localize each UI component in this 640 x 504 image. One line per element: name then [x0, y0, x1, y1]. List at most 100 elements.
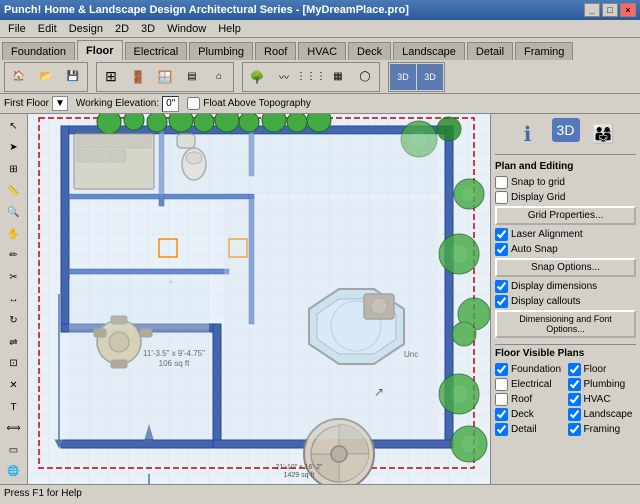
tool-copy[interactable]: ⊡	[2, 354, 26, 375]
menu-help[interactable]: Help	[212, 22, 247, 36]
toolbar-btn-roof[interactable]: ⌂	[206, 64, 232, 90]
tool-measure[interactable]: 📏	[2, 181, 26, 202]
svg-text:21'-10" x 16'-2": 21'-10" x 16'-2"	[276, 464, 323, 471]
toolbar-btn-2[interactable]: 📂	[33, 64, 59, 90]
tab-landscape[interactable]: Landscape	[393, 42, 465, 60]
floor-checkbox[interactable]	[568, 363, 581, 376]
tool-globe[interactable]: 🌐	[2, 462, 26, 483]
toolbar-group-2: ⊞ 🚪 🪟 ▤ ⌂	[96, 62, 234, 92]
toolbar-btn-3[interactable]: 💾	[60, 64, 86, 90]
window-controls: _ □ ×	[584, 3, 636, 17]
landscape-label: Landscape	[584, 409, 633, 420]
tool-stretch[interactable]: ↔	[2, 289, 26, 310]
detail-checkbox[interactable]	[495, 423, 508, 436]
floor-label: First Floor	[4, 98, 49, 109]
laser-alignment-label: Laser Alignment	[511, 229, 583, 240]
divider-1	[495, 344, 636, 345]
close-button[interactable]: ×	[620, 3, 636, 17]
menu-3d[interactable]: 3D	[135, 22, 161, 36]
tool-pan[interactable]: ✋	[2, 224, 26, 245]
tool-select[interactable]: ↖	[2, 116, 26, 137]
toolbar-btn-window[interactable]: 🪟	[152, 64, 178, 90]
tab-hvac[interactable]: HVAC	[298, 42, 346, 60]
landscape-checkbox[interactable]	[568, 408, 581, 421]
toolbar-btn-wall[interactable]: ⊞	[98, 64, 124, 90]
tool-text[interactable]: T	[2, 397, 26, 418]
3d-view-icon[interactable]: 3D	[552, 118, 580, 142]
info-icon[interactable]: ℹ	[512, 118, 544, 150]
toolbar-btn-3d-1[interactable]: 3D	[390, 64, 416, 90]
canvas-area[interactable]: 11'-3.5" x 9'-4.75" 106 sq ft 21'-10" x …	[28, 114, 490, 484]
toolbar-btn-3d-2[interactable]: 3D	[417, 64, 443, 90]
main-area: ↖ ➤ ⊞ 📏 🔍 ✋ ✏ ✂ ↔ ↻ ⇌ ⊡ ✕ T ⟺ ▭ 🌐	[0, 114, 640, 484]
toolbar-btn-1[interactable]: 🏠	[6, 64, 32, 90]
hvac-checkbox[interactable]	[568, 393, 581, 406]
tool-break[interactable]: ✂	[2, 267, 26, 288]
toolbar-btn-path[interactable]: 〰	[271, 64, 297, 90]
toolbar-btn-fence[interactable]: ⋮⋮⋮	[298, 64, 324, 90]
plumbing-checkbox[interactable]	[568, 378, 581, 391]
svg-text:Unc: Unc	[404, 350, 418, 359]
maximize-button[interactable]: □	[602, 3, 618, 17]
menu-design[interactable]: Design	[63, 22, 109, 36]
float-above-checkbox[interactable]	[187, 97, 200, 110]
working-elevation-value: 0"	[166, 98, 175, 109]
toolbar-btn-deck[interactable]: ▦	[325, 64, 351, 90]
tab-detail[interactable]: Detail	[467, 42, 513, 60]
toolbar-btn-plant[interactable]: 🌳	[244, 64, 270, 90]
snap-grid-checkbox[interactable]	[495, 176, 508, 189]
toolbar-btn-pool[interactable]: ◯	[352, 64, 378, 90]
landscape-row: Landscape	[568, 408, 637, 421]
tool-dim[interactable]: ⟺	[2, 418, 26, 439]
display-callouts-label: Display callouts	[511, 296, 580, 307]
tool-mirror[interactable]: ⇌	[2, 332, 26, 353]
foundation-checkbox[interactable]	[495, 363, 508, 376]
tool-edit[interactable]: ✏	[2, 246, 26, 267]
toolbar-group-1: 🏠 📂 💾	[4, 62, 88, 92]
menu-file[interactable]: File	[2, 22, 32, 36]
people-icon[interactable]: 👨‍👩‍👧	[588, 118, 620, 150]
display-grid-label: Display Grid	[511, 192, 565, 203]
minimize-button[interactable]: _	[584, 3, 600, 17]
display-grid-row: Display Grid	[495, 191, 636, 204]
tool-arrow[interactable]: ➤	[2, 138, 26, 159]
tab-framing[interactable]: Framing	[515, 42, 573, 60]
display-dimensions-checkbox[interactable]	[495, 280, 508, 293]
roof-checkbox[interactable]	[495, 393, 508, 406]
electrical-checkbox[interactable]	[495, 378, 508, 391]
menu-window[interactable]: Window	[161, 22, 212, 36]
tool-wall[interactable]: ⊞	[2, 159, 26, 180]
working-elevation-field[interactable]: 0"	[162, 96, 179, 112]
right-panel: ℹ 3D 👨‍👩‍👧 Plan and Editing Snap to grid…	[490, 114, 640, 484]
tool-delete[interactable]: ✕	[2, 375, 26, 396]
toolbar-btn-stair[interactable]: ▤	[179, 64, 205, 90]
foundation-label: Foundation	[511, 364, 561, 375]
tool-rotate[interactable]: ↻	[2, 310, 26, 331]
electrical-label: Electrical	[511, 379, 552, 390]
deck-checkbox[interactable]	[495, 408, 508, 421]
tab-electrical[interactable]: Electrical	[125, 42, 188, 60]
grid-properties-button[interactable]: Grid Properties...	[495, 206, 636, 225]
tool-zoom[interactable]: 🔍	[2, 202, 26, 223]
dimension-font-button[interactable]: Dimensioning and Font Options...	[495, 310, 636, 338]
tab-foundation[interactable]: Foundation	[2, 42, 75, 60]
auto-snap-checkbox[interactable]	[495, 243, 508, 256]
menubar: File Edit Design 2D 3D Window Help	[0, 20, 640, 38]
display-grid-checkbox[interactable]	[495, 191, 508, 204]
display-callouts-checkbox[interactable]	[495, 295, 508, 308]
plumbing-label: Plumbing	[584, 379, 626, 390]
floor-dropdown[interactable]: ▼	[52, 96, 68, 111]
snap-options-button[interactable]: Snap Options...	[495, 258, 636, 277]
menu-edit[interactable]: Edit	[32, 22, 63, 36]
tab-deck[interactable]: Deck	[348, 42, 391, 60]
icon-toolbar: 🏠 📂 💾 ⊞ 🚪 🪟 ▤ ⌂ 🌳 〰 ⋮⋮⋮ ▦ ◯ 3D 3D	[0, 60, 640, 94]
toolbar-btn-door[interactable]: 🚪	[125, 64, 151, 90]
menu-2d[interactable]: 2D	[109, 22, 135, 36]
tab-roof[interactable]: Roof	[255, 42, 296, 60]
tool-area[interactable]: ▭	[2, 440, 26, 461]
tab-floor[interactable]: Floor	[77, 40, 123, 60]
laser-alignment-checkbox[interactable]	[495, 228, 508, 241]
framing-checkbox[interactable]	[568, 423, 581, 436]
tab-plumbing[interactable]: Plumbing	[189, 42, 253, 60]
toolbar-group-3: 🌳 〰 ⋮⋮⋮ ▦ ◯	[242, 62, 380, 92]
